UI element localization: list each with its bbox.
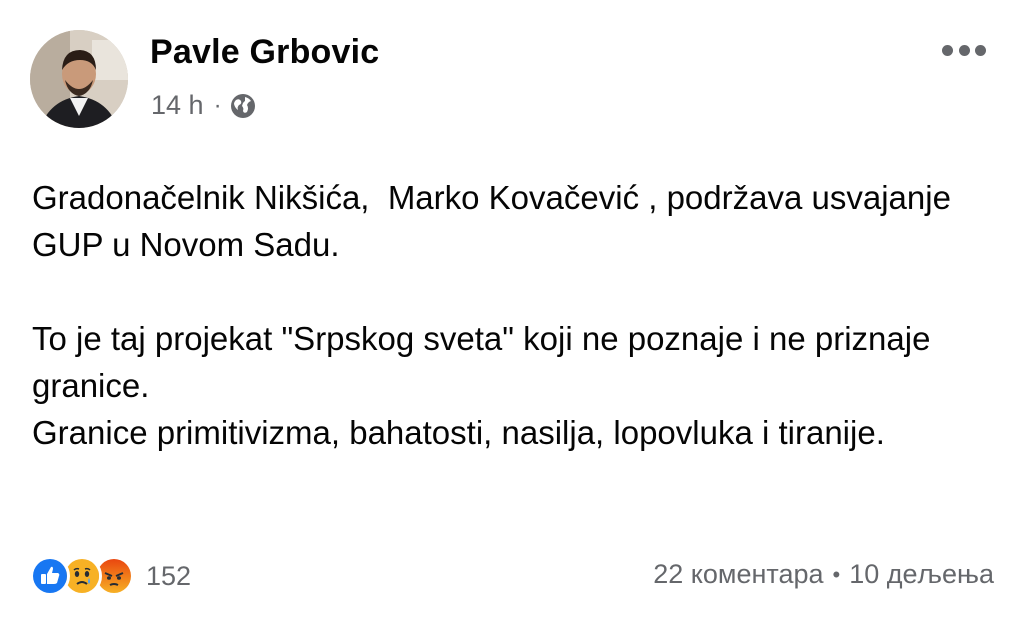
post-paragraph: Gradonačelnik Nikšića, Marko Kovačević ,… bbox=[32, 179, 961, 263]
post-timestamp[interactable]: 14 h bbox=[151, 90, 204, 121]
comments-count[interactable]: 22 коментара bbox=[653, 559, 823, 590]
more-options-icon[interactable] bbox=[942, 40, 986, 60]
like-icon bbox=[30, 556, 70, 596]
stats-separator: • bbox=[832, 561, 841, 587]
post-stats: 22 коментара • 10 дељења bbox=[653, 559, 994, 590]
facebook-post: Pavle Grbovic 14 h · Gradonačelnik Nikši… bbox=[0, 0, 1024, 623]
dot-icon bbox=[958, 44, 970, 56]
post-meta: 14 h · bbox=[151, 90, 256, 121]
dot-icon bbox=[975, 44, 986, 56]
author-name[interactable]: Pavle Grbovic bbox=[150, 33, 379, 72]
globe-icon[interactable] bbox=[230, 93, 256, 119]
author-avatar[interactable] bbox=[30, 30, 128, 128]
post-body: Gradonačelnik Nikšića, Marko Kovačević ,… bbox=[32, 174, 992, 456]
dot-icon bbox=[942, 44, 953, 56]
reaction-count: 152 bbox=[146, 560, 192, 591]
reactions-summary[interactable]: 152 bbox=[30, 556, 191, 596]
post-footer: 152 22 коментара • 10 дељења bbox=[30, 556, 994, 596]
meta-separator: · bbox=[213, 91, 222, 119]
avatar-photo bbox=[30, 30, 128, 128]
shares-count[interactable]: 10 дељења bbox=[849, 559, 994, 590]
post-paragraph: To je taj projekat "Srpskog sveta" koji … bbox=[32, 320, 940, 404]
post-header: Pavle Grbovic 14 h · bbox=[30, 30, 994, 130]
post-paragraph: Granice primitivizma, bahatosti, nasilja… bbox=[32, 414, 885, 451]
